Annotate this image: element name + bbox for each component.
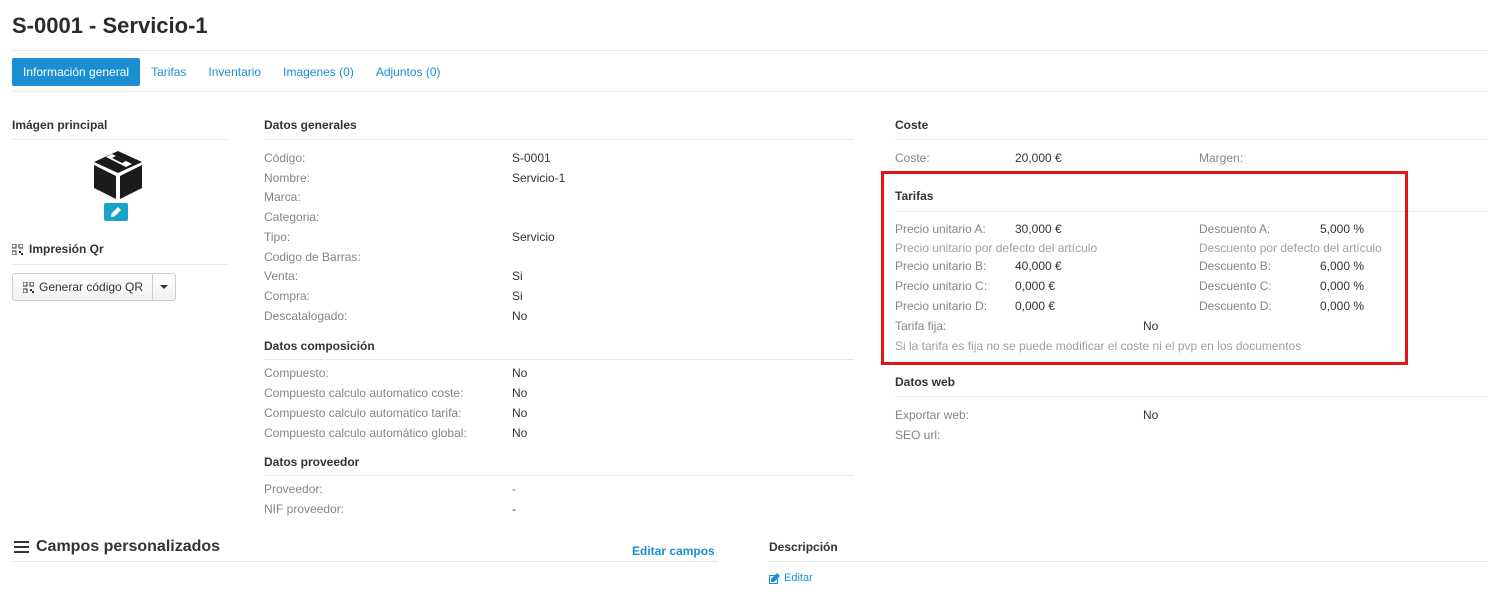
datos-web-title: Datos web: [895, 375, 956, 389]
caret-down-icon: [160, 285, 169, 289]
generate-qr-split-button: Generar código QR: [12, 273, 177, 301]
descripcion-title: Descripción: [769, 540, 838, 554]
image-section-title: Imágen principal: [12, 118, 108, 132]
field-value-codigo: S-0001: [512, 151, 551, 165]
editar-descripcion-label: Editar: [784, 572, 813, 584]
field-label-compra: Compra:: [264, 289, 311, 303]
generate-qr-label: Generar código QR: [39, 280, 144, 294]
datos-proveedor-title: Datos proveedor: [264, 455, 360, 469]
margen-label: Margen:: [1199, 151, 1244, 165]
editar-campos-link[interactable]: Editar campos: [632, 544, 715, 558]
field-value-tipo: Servicio: [512, 230, 555, 244]
editar-descripcion-link[interactable]: Editar: [769, 572, 813, 584]
hamburger-menu-icon: [14, 541, 29, 553]
pencil-icon: [111, 207, 121, 217]
edit-image-button[interactable]: [104, 203, 128, 221]
field-value-compra: Si: [512, 289, 523, 303]
datos-composicion-divider: [264, 359, 854, 360]
field-value-venta: Si: [512, 269, 523, 283]
qr-section-title: Impresión Qr: [12, 242, 104, 256]
field-value-nombre: Servicio-1: [512, 171, 566, 185]
campos-title-label: Campos personalizados: [36, 538, 221, 555]
qr-title-label: Impresión Qr: [29, 242, 104, 256]
field-label-codigo-barras: Codigo de Barras:: [264, 250, 361, 264]
field-label-descatalogado: Descatalogado:: [264, 309, 348, 323]
exportar-web-label: Exportar web:: [895, 408, 970, 422]
field-value-compuesto-global: No: [512, 426, 528, 440]
edit-square-icon: [769, 572, 780, 584]
exportar-web-value: No: [1143, 408, 1159, 422]
field-value-compuesto: No: [512, 366, 528, 380]
coste-divider: [895, 139, 1488, 140]
field-label-marca: Marca:: [264, 190, 301, 204]
tab-adjuntos[interactable]: Adjuntos (0): [365, 58, 452, 86]
campos-personalizados-title: Campos personalizados: [14, 538, 220, 556]
page-title: S-0001 - Servicio-1: [12, 13, 208, 38]
generate-qr-button[interactable]: Generar código QR: [13, 274, 154, 300]
field-label-nombre: Nombre:: [264, 171, 311, 185]
field-label-compuesto-coste: Compuesto calculo automatico coste:: [264, 386, 464, 400]
coste-label: Coste:: [895, 151, 930, 165]
coste-value: 20,000 €: [1015, 151, 1062, 165]
tarifas-highlight-box: [881, 171, 1408, 365]
seo-url-label: SEO url:: [895, 428, 941, 442]
campos-divider: [12, 561, 718, 562]
datos-proveedor-divider: [264, 475, 854, 476]
tab-tarifas[interactable]: Tarifas: [140, 58, 197, 86]
tab-informacion-general[interactable]: Información general: [12, 58, 141, 86]
qr-code-icon: [23, 281, 34, 293]
image-section-divider: [12, 139, 227, 140]
datos-composicion-title: Datos composición: [264, 339, 375, 353]
tabs-divider: [12, 91, 1488, 92]
tab-imagenes[interactable]: Imagenes (0): [272, 58, 365, 86]
field-label-categoria: Categoria:: [264, 210, 320, 224]
title-divider: [12, 50, 1488, 51]
field-label-compuesto: Compuesto:: [264, 366, 329, 380]
field-label-codigo: Código:: [264, 151, 306, 165]
field-value-compuesto-coste: No: [512, 386, 528, 400]
datos-web-divider: [895, 396, 1488, 397]
coste-title: Coste: [895, 118, 929, 132]
field-label-nif-proveedor: NIF proveedor:: [264, 502, 345, 516]
field-value-descatalogado: No: [512, 309, 528, 323]
field-label-venta: Venta:: [264, 269, 299, 283]
field-value-nif-proveedor: -: [512, 502, 516, 516]
field-label-proveedor: Proveedor:: [264, 482, 323, 496]
field-value-compuesto-tarifa: No: [512, 406, 528, 420]
field-label-compuesto-global: Compuesto calculo automático global:: [264, 426, 467, 440]
qr-section-divider: [12, 264, 227, 265]
tab-inventario[interactable]: Inventario: [197, 58, 272, 86]
qr-code-icon: [12, 243, 23, 255]
field-label-tipo: Tipo:: [264, 230, 291, 244]
product-box-icon: [94, 151, 142, 199]
field-value-proveedor[interactable]: -: [512, 482, 516, 496]
datos-generales-divider: [264, 139, 854, 140]
generate-qr-dropdown-toggle[interactable]: [153, 274, 175, 300]
tab-bar: Información general Tarifas Inventario I…: [12, 58, 452, 86]
descripcion-divider: [769, 561, 1488, 562]
datos-generales-title: Datos generales: [264, 118, 357, 132]
field-label-compuesto-tarifa: Compuesto calculo automatico tarifa:: [264, 406, 462, 420]
